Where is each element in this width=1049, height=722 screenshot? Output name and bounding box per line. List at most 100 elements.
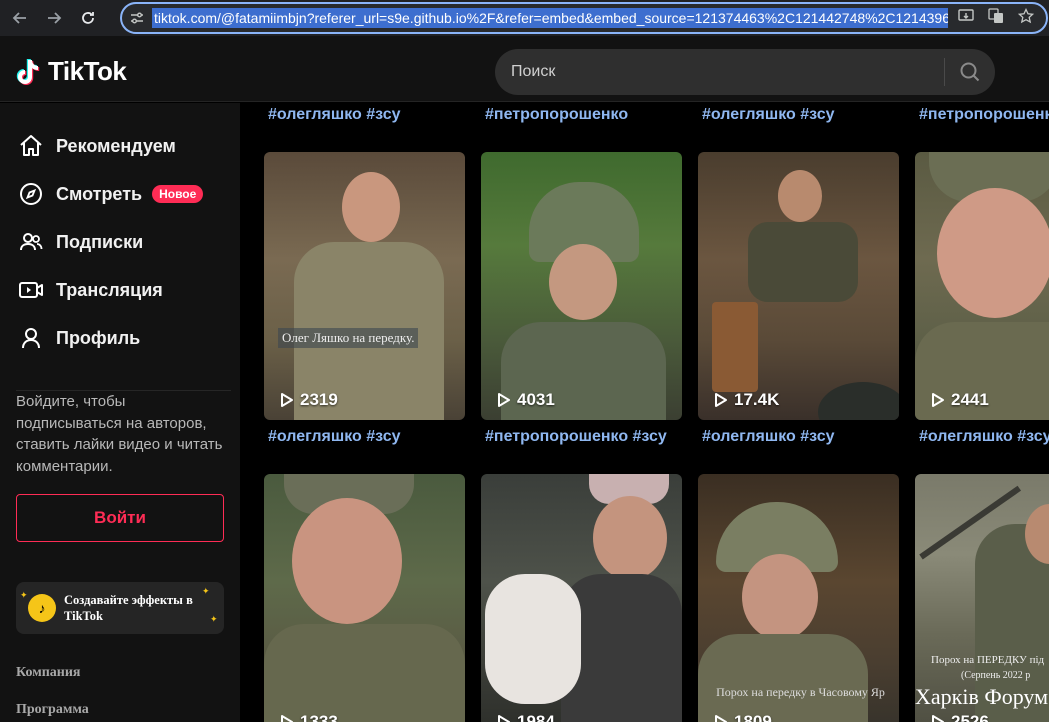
address-bar[interactable]: tiktok.com/@fatamiimbjn?referer_url=s9e.… bbox=[120, 2, 1048, 34]
video-thumbnail[interactable]: Порох на ПЕРЕДКУ під (Серпень 2022 р Хар… bbox=[915, 474, 1049, 722]
view-count-text: 4031 bbox=[517, 390, 555, 409]
thumbnail-body bbox=[748, 222, 858, 302]
reload-icon[interactable] bbox=[74, 4, 102, 32]
footer-link-company[interactable]: Компания bbox=[16, 665, 81, 681]
sparkle-icon: ✦ bbox=[20, 590, 28, 600]
thumbnail-stump bbox=[712, 302, 758, 392]
view-count: 1984 bbox=[497, 712, 555, 722]
play-icon bbox=[498, 715, 510, 722]
video-grid: #олегляшко #зсу #петропорошенко #олегляш… bbox=[241, 103, 1049, 722]
view-count: 1809 bbox=[714, 712, 772, 722]
tiktok-logo[interactable]: TikTok bbox=[16, 56, 127, 87]
sidebar-item-label: Профиль bbox=[56, 327, 141, 348]
video-caption[interactable]: #петропорошенко bbox=[485, 106, 628, 124]
thumbnail-figure bbox=[778, 170, 822, 222]
home-icon bbox=[20, 135, 42, 156]
thumbnail-body bbox=[264, 624, 465, 722]
compass-icon bbox=[20, 183, 42, 205]
login-button[interactable]: Войти bbox=[16, 494, 224, 542]
view-count-text: 17.4K bbox=[734, 390, 780, 409]
view-count-text: 2441 bbox=[951, 390, 989, 409]
sidebar-item-recommended[interactable]: Рекомендуем bbox=[18, 129, 176, 163]
view-count-text: 1333 bbox=[300, 712, 338, 722]
video-overlay-text: Порох на ПЕРЕДКУ під bbox=[931, 654, 1045, 666]
video-caption[interactable]: #петропорошенко bbox=[919, 106, 1049, 124]
video-thumbnail[interactable]: Олег Ляшко на передку. 2319 bbox=[264, 152, 465, 420]
video-overlay-title: Харків Форум bbox=[915, 684, 1049, 709]
video-thumbnail[interactable]: 17.4K bbox=[698, 152, 899, 420]
translate-icon[interactable] bbox=[988, 7, 1004, 29]
forward-icon[interactable] bbox=[40, 4, 68, 32]
search-input[interactable] bbox=[495, 49, 944, 95]
video-caption[interactable]: #олегляшко #зсу bbox=[268, 106, 401, 124]
play-icon bbox=[932, 715, 944, 722]
sidebar-item-explore[interactable]: Смотреть Новое bbox=[18, 177, 204, 211]
login-prompt: Войдите, чтобы подписываться на авторов,… bbox=[16, 390, 231, 477]
footer-link-program[interactable]: Программа bbox=[16, 702, 89, 718]
video-overlay-text: (Серпень 2022 р bbox=[961, 670, 1031, 681]
view-count: 17.4K bbox=[714, 390, 779, 410]
play-icon bbox=[932, 393, 944, 407]
sidebar-item-label: Подписки bbox=[56, 231, 144, 252]
sidebar-item-label: Смотреть bbox=[56, 183, 143, 204]
sidebar-item-live[interactable]: Трансляция bbox=[18, 273, 163, 307]
tiktok-header: TikTok bbox=[0, 42, 1049, 102]
thumbnail-figure bbox=[593, 496, 667, 580]
thumbnail-figure bbox=[342, 172, 400, 242]
view-count: 1333 bbox=[280, 712, 338, 722]
video-caption[interactable]: #олегляшко #зсу bbox=[702, 106, 835, 124]
profile-icon bbox=[22, 328, 40, 349]
install-app-icon[interactable] bbox=[958, 8, 974, 29]
thumbnail-figure bbox=[937, 188, 1049, 318]
video-thumbnail[interactable]: 1984 bbox=[481, 474, 682, 722]
view-count: 2319 bbox=[280, 390, 338, 410]
video-overlay-text: Олег Ляшко на передку. bbox=[278, 328, 419, 348]
thumbnail-figure bbox=[292, 498, 402, 624]
thumbnail-helmet-shape bbox=[818, 382, 899, 420]
sidebar-item-following[interactable]: Подписки bbox=[18, 225, 143, 259]
create-effects-banner[interactable]: ♪ Создавайте эффекты в TikTok ✦ ✦ ✦ bbox=[16, 582, 224, 634]
thumbnail-body bbox=[698, 634, 868, 722]
live-icon bbox=[19, 282, 43, 298]
url-text[interactable]: tiktok.com/@fatamiimbjn?referer_url=s9e.… bbox=[152, 8, 948, 28]
bookmark-star-icon[interactable] bbox=[1017, 7, 1035, 29]
video-caption[interactable]: #олегляшко #зсу bbox=[702, 428, 835, 446]
play-icon bbox=[715, 715, 727, 722]
view-count-text: 2526 bbox=[951, 712, 989, 722]
search-bar bbox=[495, 49, 995, 95]
thumbnail-tiger-cub bbox=[485, 574, 581, 704]
sidebar: Рекомендуем Смотреть Новое Подписки Тран… bbox=[0, 103, 240, 722]
video-overlay-text: Порох на передку в Часовому Яр bbox=[716, 685, 885, 699]
site-settings-icon[interactable] bbox=[122, 10, 152, 26]
play-icon bbox=[281, 393, 293, 407]
new-badge: Новое bbox=[152, 185, 204, 203]
video-thumbnail[interactable]: 1333 bbox=[264, 474, 465, 722]
users-icon bbox=[20, 233, 43, 251]
video-caption[interactable]: #петропорошенко #зсу bbox=[485, 428, 667, 446]
browser-toolbar: tiktok.com/@fatamiimbjn?referer_url=s9e.… bbox=[0, 0, 1049, 36]
sparkle-icon: ✦ bbox=[202, 586, 210, 596]
effects-text: Создавайте эффекты в TikTok bbox=[64, 593, 193, 623]
view-count-text: 1809 bbox=[734, 712, 772, 722]
sidebar-item-label: Трансляция bbox=[56, 279, 163, 300]
view-count-text: 1984 bbox=[517, 712, 555, 722]
view-count-text: 2319 bbox=[300, 390, 338, 409]
logo-text: TikTok bbox=[48, 56, 127, 86]
thumbnail-figure bbox=[549, 244, 617, 320]
sparkle-icon: ✦ bbox=[210, 614, 218, 624]
video-thumbnail[interactable]: 4031 bbox=[481, 152, 682, 420]
play-icon bbox=[281, 715, 293, 722]
view-count: 4031 bbox=[497, 390, 555, 410]
tiktok-note-icon bbox=[16, 58, 40, 85]
search-icon[interactable] bbox=[945, 61, 995, 83]
view-count: 2441 bbox=[931, 390, 989, 410]
video-caption[interactable]: #олегляшко #зсу bbox=[268, 428, 401, 446]
video-thumbnail[interactable]: 2441 bbox=[915, 152, 1049, 420]
sidebar-item-profile[interactable]: Профиль bbox=[18, 321, 140, 355]
video-thumbnail[interactable]: Порох на передку в Часовому Яр 1809 bbox=[698, 474, 899, 722]
effects-house-icon: ♪ bbox=[28, 594, 56, 622]
sidebar-item-label: Рекомендуем bbox=[56, 135, 176, 156]
view-count: 2526 bbox=[931, 712, 989, 722]
video-caption[interactable]: #олегляшко #зсу bbox=[919, 428, 1049, 446]
back-icon[interactable] bbox=[6, 4, 34, 32]
